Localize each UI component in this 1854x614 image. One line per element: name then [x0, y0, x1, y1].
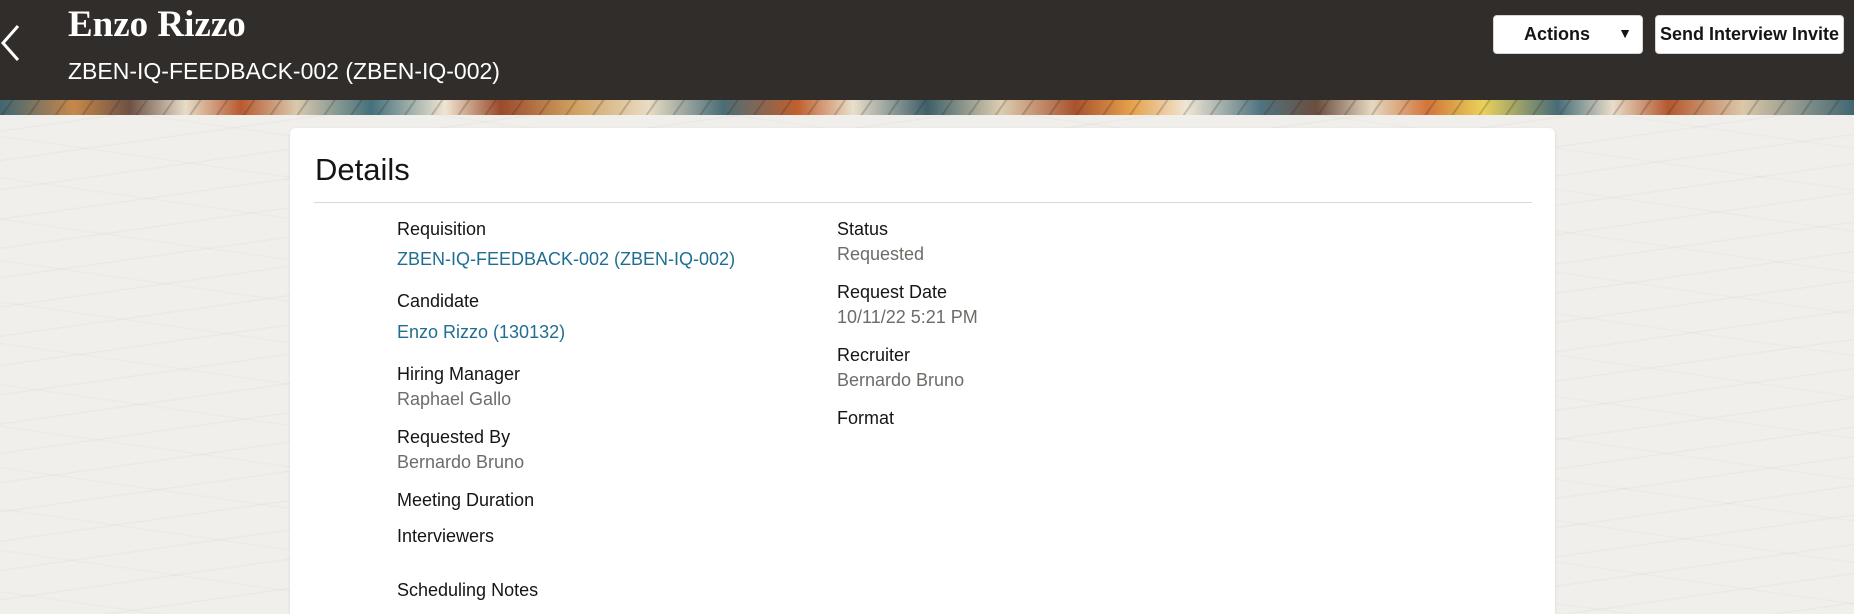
page-subtitle: ZBEN-IQ-FEEDBACK-002 (ZBEN-IQ-002): [68, 58, 500, 84]
actions-menu-button[interactable]: Actions ▼: [1493, 15, 1643, 54]
back-button[interactable]: [0, 20, 26, 66]
caret-down-icon: ▼: [1618, 25, 1632, 41]
chevron-left-icon: [0, 25, 20, 61]
status-value: Requested: [837, 244, 925, 264]
requested-by-label: Requested By: [397, 427, 511, 447]
requested-by-value: Bernardo Bruno: [397, 452, 525, 472]
candidate-link[interactable]: Enzo Rizzo (130132): [397, 320, 565, 344]
format-label: Format: [837, 408, 895, 428]
meeting-duration-label: Meeting Duration: [397, 490, 535, 510]
hiring-manager-value: Raphael Gallo: [397, 389, 512, 409]
requisition-link[interactable]: ZBEN-IQ-FEEDBACK-002 (ZBEN-IQ-002): [397, 247, 735, 271]
details-card: Details Requisition ZBEN-IQ-FEEDBACK-002…: [290, 128, 1555, 614]
request-date-label: Request Date: [837, 282, 948, 302]
recruiter-value: Bernardo Bruno: [837, 370, 965, 390]
send-interview-invite-button[interactable]: Send Interview Invite: [1655, 15, 1844, 54]
candidate-label: Candidate: [397, 291, 480, 311]
details-divider: [314, 202, 1532, 203]
interviewers-label: Interviewers: [397, 526, 495, 546]
scheduling-notes-label: Scheduling Notes: [397, 580, 539, 600]
status-label: Status: [837, 219, 889, 239]
details-title: Details: [315, 152, 410, 187]
request-date-value: 10/11/22 5:21 PM: [837, 307, 978, 327]
page-title: Enzo Rizzo: [68, 4, 246, 45]
hiring-manager-label: Hiring Manager: [397, 364, 521, 384]
requisition-label: Requisition: [397, 219, 487, 239]
decorative-banner: [0, 100, 1854, 115]
actions-button-label: Actions: [1523, 24, 1590, 44]
recruiter-label: Recruiter: [837, 345, 911, 365]
page-header: Enzo Rizzo ZBEN-IQ-FEEDBACK-002 (ZBEN-IQ…: [0, 0, 1854, 100]
